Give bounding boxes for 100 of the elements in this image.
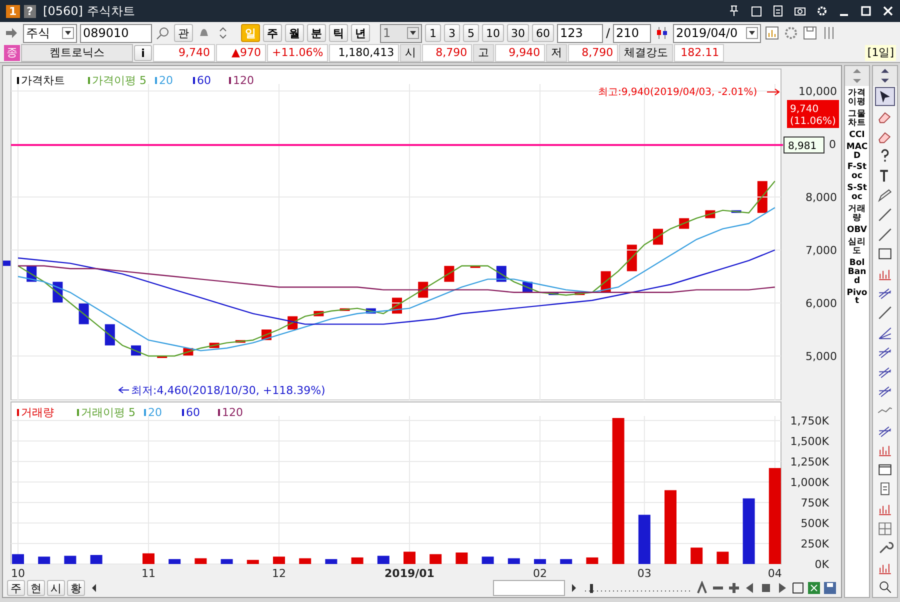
view-count-field[interactable]: 123 — [557, 24, 603, 42]
period-button[interactable]: 분 — [307, 24, 326, 42]
bookmark-button[interactable]: 관 — [174, 24, 193, 42]
axis-label: 12 — [272, 567, 286, 580]
interval-button[interactable]: 5 — [463, 24, 479, 42]
document-icon[interactable] — [772, 5, 784, 17]
legend-label: 거래이평 5 — [81, 406, 136, 419]
candle — [314, 310, 324, 316]
market-dropdown[interactable]: 주식 — [23, 24, 77, 42]
unit-dropdown[interactable]: 1 — [380, 24, 422, 42]
help-button[interactable]: ? — [24, 4, 36, 18]
zoom-slider[interactable] — [583, 581, 693, 596]
interval-button[interactable]: 10 — [482, 24, 504, 42]
period-button[interactable]: 년 — [351, 24, 370, 42]
volume-bar — [404, 552, 416, 564]
volume-bar — [246, 560, 259, 564]
volume-bar — [273, 556, 285, 564]
interval-button[interactable]: 30 — [507, 24, 529, 42]
period-button[interactable]: 주 — [263, 24, 282, 42]
excel-icon[interactable] — [807, 581, 821, 596]
last-price-badge — [787, 100, 839, 128]
bottom-tab[interactable]: 황 — [67, 580, 85, 596]
indicator-button[interactable]: S-Stoc — [845, 184, 869, 202]
volume-bar — [716, 552, 729, 564]
search-icon[interactable] — [155, 25, 171, 41]
plus-icon[interactable] — [727, 581, 741, 596]
rate-value: +11.06% — [267, 44, 328, 62]
cursor-icon[interactable] — [875, 86, 895, 106]
indicator-button[interactable]: F-Stoc — [845, 163, 869, 182]
save-icon[interactable] — [823, 581, 837, 596]
volume-bar — [38, 556, 50, 564]
caret-icon — [407, 27, 419, 39]
line-icon[interactable] — [876, 206, 894, 224]
axis-label: 2019/01 — [384, 567, 434, 580]
legend-label: 20 — [159, 74, 173, 87]
field-value: 8,790 — [568, 44, 618, 62]
separator-text: / — [606, 26, 610, 40]
slider-thumb[interactable] — [590, 584, 593, 594]
axis-label: 8,000 — [806, 191, 837, 204]
window-icon[interactable] — [750, 5, 762, 17]
pin-icon[interactable] — [728, 5, 740, 17]
last-price-text: 9,740 — [790, 104, 819, 115]
bottom-tab[interactable]: 시 — [47, 580, 65, 596]
line-value-badge — [784, 136, 824, 154]
volume-bar — [430, 554, 442, 564]
date-dropdown[interactable]: 2019/04/0 — [673, 24, 762, 42]
period-label: [1일] — [865, 45, 896, 61]
stock-name-field[interactable]: 켐트로닉스 — [21, 44, 133, 62]
volume-bar — [482, 556, 494, 564]
indicator-button[interactable]: MACD — [845, 142, 869, 160]
line-icon[interactable] — [876, 304, 894, 322]
caret-icon — [62, 27, 74, 39]
grid-icon[interactable] — [876, 520, 894, 538]
candle — [366, 308, 376, 314]
volume-bar — [638, 514, 650, 564]
field-value: 8,790 — [422, 44, 472, 62]
candle — [209, 342, 220, 348]
candle — [548, 292, 559, 296]
camera-icon[interactable] — [794, 5, 806, 17]
total-count-field[interactable]: 210 — [613, 24, 652, 42]
axis-label: 03 — [637, 567, 652, 580]
pencil-icon[interactable] — [876, 186, 894, 204]
window-number: 1 — [6, 4, 20, 18]
change-value: ▲970 — [216, 44, 266, 62]
candle — [574, 292, 585, 296]
scrollbar-thumb[interactable] — [493, 580, 565, 596]
volume-bar — [690, 548, 703, 564]
window-title: [0560] 주식차트 — [43, 2, 135, 20]
volume-value: 1,180,413 — [329, 44, 400, 62]
period-button[interactable]: 월 — [285, 24, 304, 42]
volume-bar — [220, 559, 233, 564]
period-button[interactable]: 틱 — [329, 24, 348, 42]
volume-bar — [456, 552, 468, 564]
settings-icon[interactable] — [816, 5, 828, 17]
indicator-button[interactable]: OBV — [845, 226, 869, 235]
interval-button[interactable]: 60 — [532, 24, 554, 42]
legend-label: 60 — [186, 406, 200, 419]
axis-label: 0K — [814, 558, 829, 571]
close-icon[interactable] — [882, 5, 894, 17]
arrow-icon[interactable] — [4, 25, 20, 41]
interval-button[interactable]: 1 — [425, 24, 441, 42]
field-value: 9,940 — [495, 44, 546, 62]
chart-icon[interactable] — [764, 25, 780, 41]
axis-label: 02 — [533, 567, 547, 580]
interval-button[interactable]: 3 — [444, 24, 460, 42]
line-icon[interactable] — [876, 226, 894, 244]
info-button[interactable]: i — [134, 45, 152, 61]
save-icon[interactable] — [802, 25, 818, 41]
bottom-tab[interactable]: 주 — [7, 580, 25, 596]
maximize-icon[interactable] — [860, 5, 872, 17]
resize-icon[interactable] — [791, 581, 805, 596]
arrow-icon — [766, 88, 780, 96]
axis-label: 6,000 — [806, 297, 837, 310]
scroll-arrows-icon[interactable] — [873, 66, 897, 86]
code-field[interactable]: 089010 — [80, 24, 152, 42]
volume-bar — [534, 559, 546, 564]
bottom-tab[interactable]: 현 — [27, 580, 45, 596]
axis-label: 5,000 — [806, 350, 837, 363]
axis-label: 500K — [800, 516, 829, 530]
axis-label: 1,250K — [790, 455, 829, 468]
